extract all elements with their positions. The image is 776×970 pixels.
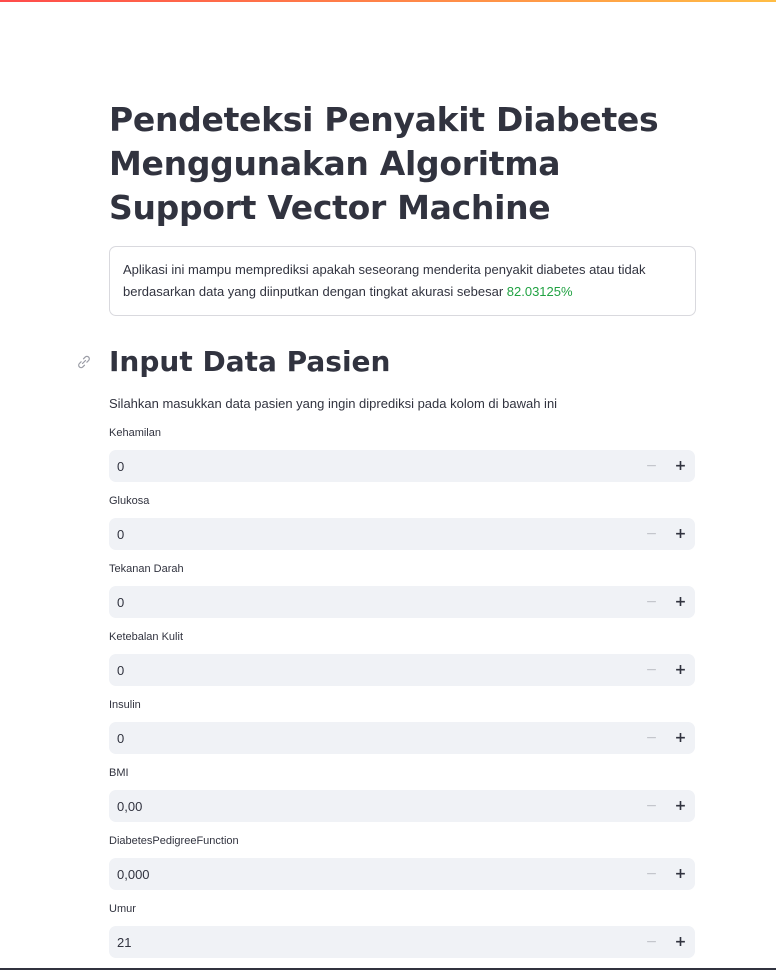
decrement-button[interactable]: − [637,654,666,686]
number-input-value[interactable]: 0 [109,595,637,610]
field-label: Glukosa [109,495,150,507]
input-section: Input Data Pasien Silahkan masukkan data… [78,344,696,958]
decrement-button[interactable]: − [637,450,666,482]
field-label: Ketebalan Kulit [109,631,183,643]
number-input-field: Insulin 0− + [109,698,696,754]
number-input: 0− + [109,654,695,686]
number-input-field: Kehamilan 0− + [109,426,696,482]
section-heading: Input Data Pasien [109,345,391,378]
info-box: Aplikasi ini mampu memprediksi apakah se… [109,246,696,316]
increment-button[interactable]: + [666,722,695,754]
accuracy-value: 82.03125% [506,284,573,299]
field-label: DiabetesPedigreeFunction [109,835,239,847]
decrement-button[interactable]: − [637,722,666,754]
increment-button[interactable]: + [666,858,695,890]
number-input-value[interactable]: 0,00 [109,799,637,814]
page-title: Pendeteksi Penyakit Diabetes Menggunakan… [109,100,659,227]
number-input-field: Tekanan Darah 0− + [109,562,696,618]
increment-button[interactable]: + [666,450,695,482]
number-input: 0− + [109,586,695,618]
number-input-value[interactable]: 0,000 [109,867,637,882]
field-label: BMI [109,767,129,779]
section-subtitle: Silahkan masukkan data pasien yang ingin… [109,396,558,411]
number-input-value[interactable]: 0 [109,731,637,746]
number-input-field: Glukosa 0− + [109,494,696,550]
number-input: 21− + [109,926,695,958]
number-input: 0− + [109,518,695,550]
decrement-button[interactable]: − [637,790,666,822]
increment-button[interactable]: + [666,654,695,686]
number-input: 0,000− + [109,858,695,890]
link-icon[interactable] [76,354,92,370]
decrement-button[interactable]: − [637,858,666,890]
decrement-button[interactable]: − [637,518,666,550]
increment-button[interactable]: + [666,790,695,822]
increment-button[interactable]: + [666,586,695,618]
number-input-field: BMI 0,00− + [109,766,696,822]
input-fields: Kehamilan 0− + Glukosa 0− + Tekanan Darah 0− + Ke… [109,426,696,958]
number-input: 0− + [109,450,695,482]
increment-button[interactable]: + [666,926,695,958]
field-label: Umur [109,903,136,915]
field-label: Insulin [109,699,141,711]
main-content: Pendeteksi Penyakit Diabetes Menggunakan… [78,98,696,958]
number-input-value[interactable]: 21 [109,935,637,950]
number-input-field: DiabetesPedigreeFunction 0,000− + [109,834,696,890]
decrement-button[interactable]: − [637,926,666,958]
number-input: 0− + [109,722,695,754]
number-input-field: Umur 21− + [109,902,696,958]
field-label: Kehamilan [109,427,161,439]
number-input-value[interactable]: 0 [109,527,637,542]
decrement-button[interactable]: − [637,586,666,618]
number-input: 0,00− + [109,790,695,822]
number-input-field: Ketebalan Kulit 0− + [109,630,696,686]
header-accent-bar [0,0,776,2]
number-input-value[interactable]: 0 [109,663,637,678]
field-label: Tekanan Darah [109,563,184,575]
increment-button[interactable]: + [666,518,695,550]
number-input-value[interactable]: 0 [109,459,637,474]
